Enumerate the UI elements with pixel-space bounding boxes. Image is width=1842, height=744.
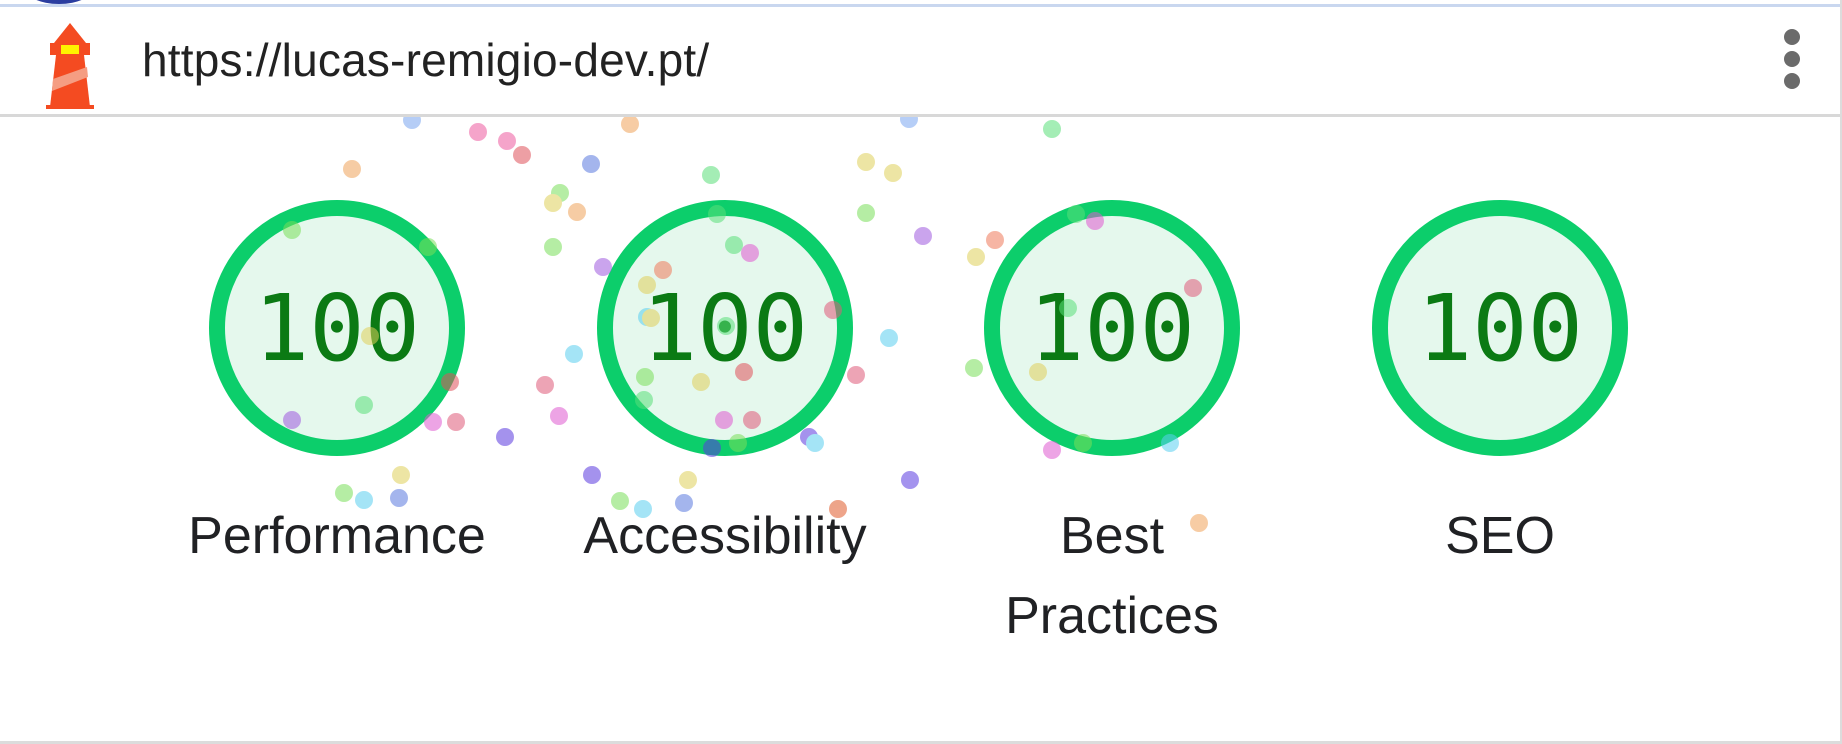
report-url-bar: https://lucas-remigio-dev.pt/ [0,7,1840,117]
lighthouse-report-frame: https://lucas-remigio-dev.pt/ 100 Perfor… [0,0,1842,744]
score-ring: 100 [1372,200,1628,456]
score-ring: 100 [209,200,465,456]
gauge-label: Accessibility [583,507,867,565]
gauge-seo[interactable]: 100 SEO [1310,118,1690,576]
gauge-performance[interactable]: 100 Performance [147,118,527,576]
gauge-label: SEO [1445,507,1555,565]
score-ring: 100 [597,200,853,456]
score-value: 100 [254,275,420,382]
score-value: 100 [1029,275,1195,382]
score-value: 100 [1417,275,1583,382]
more-vertical-icon [1784,29,1800,45]
gauge-best-practices[interactable]: 100 Best Practices [922,118,1302,656]
score-value: 100 [642,275,808,382]
more-options-button[interactable] [1780,29,1804,99]
gauge-label: Performance [188,507,486,565]
report-url[interactable]: https://lucas-remigio-dev.pt/ [142,33,709,87]
gauge-accessibility[interactable]: 100 Accessibility [535,118,915,576]
gauge-label: Best Practices [1005,507,1219,645]
lighthouse-icon [46,23,94,109]
score-ring: 100 [984,200,1240,456]
